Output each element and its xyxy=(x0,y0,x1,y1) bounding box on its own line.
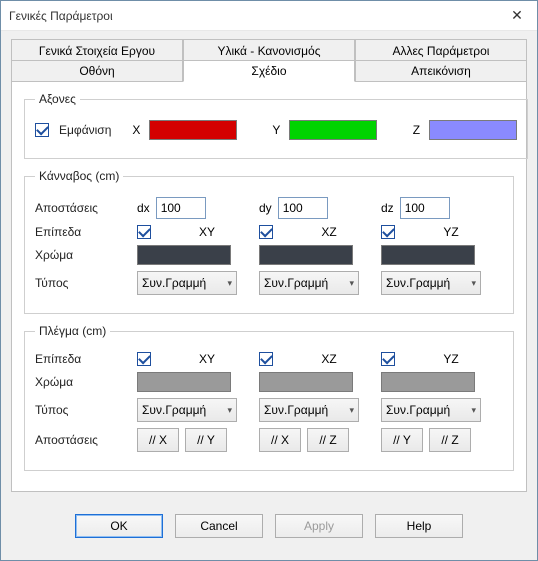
grid-color-label: Χρώμα xyxy=(35,248,131,262)
tab-rendering[interactable]: Απεικόνιση xyxy=(355,60,527,82)
grid-dy-label: dy xyxy=(259,201,272,215)
group-axes-legend: Αξονες xyxy=(35,92,80,106)
chevron-down-icon: ▾ xyxy=(471,405,476,416)
mesh-color-yz[interactable] xyxy=(381,372,475,392)
mesh-plane-xz-checkbox[interactable] xyxy=(259,352,273,366)
window-title: Γενικές Παράμετροι xyxy=(9,9,113,23)
group-grid: Κάνναβος (cm) Αποστάσεις dx dy dz xyxy=(24,169,514,314)
mesh-type-xy-select[interactable]: Συν.Γραμμή▾ xyxy=(137,398,237,422)
grid-plane-yz-checkbox[interactable] xyxy=(381,225,395,239)
group-axes: Αξονες Εμφάνιση X Y Z xyxy=(24,92,528,159)
mesh-planes-label: Επίπεδα xyxy=(35,352,131,366)
mesh-dist-btn-0-0[interactable]: // X xyxy=(137,428,179,452)
mesh-dist-btn-0-1[interactable]: // Y xyxy=(185,428,227,452)
mesh-plane-xy-label: XY xyxy=(161,352,253,366)
content-area: Γενικά Στοιχεία Εργου Υλικά - Κανονισμός… xyxy=(1,31,537,560)
mesh-dist-btn-2-0[interactable]: // Y xyxy=(381,428,423,452)
mesh-plane-xz-label: XZ xyxy=(283,352,375,366)
grid-dx-input[interactable] xyxy=(156,197,206,219)
mesh-type-label: Τύπος xyxy=(35,403,131,417)
axis-z-color[interactable] xyxy=(429,120,517,140)
tab-other-params[interactable]: Αλλες Παράμετροι xyxy=(355,39,527,61)
grid-type-xy-select[interactable]: Συν.Γραμμή▾ xyxy=(137,271,237,295)
mesh-dist-btn-1-0[interactable]: // X xyxy=(259,428,301,452)
axis-z-label: Z xyxy=(409,123,423,137)
grid-plane-xy-label: XY xyxy=(161,225,253,239)
chevron-down-icon: ▾ xyxy=(471,278,476,289)
grid-plane-xz-checkbox[interactable] xyxy=(259,225,273,239)
dialog-footer: OK Cancel Apply Help xyxy=(11,502,527,552)
tab-strip: Γενικά Στοιχεία Εργου Υλικά - Κανονισμός… xyxy=(11,39,527,82)
mesh-type-yz-select[interactable]: Συν.Γραμμή▾ xyxy=(381,398,481,422)
tab-drawing[interactable]: Σχέδιο xyxy=(183,60,355,82)
grid-type-xz-select[interactable]: Συν.Γραμμή▾ xyxy=(259,271,359,295)
mesh-plane-yz-label: YZ xyxy=(405,352,497,366)
group-mesh-legend: Πλέγμα (cm) xyxy=(35,324,110,338)
dialog-window: Γενικές Παράμετροι ✕ Γενικά Στοιχεία Εργ… xyxy=(0,0,538,561)
grid-plane-xy-checkbox[interactable] xyxy=(137,225,151,239)
grid-plane-xz-label: XZ xyxy=(283,225,375,239)
grid-color-xy[interactable] xyxy=(137,245,231,265)
mesh-plane-xy-checkbox[interactable] xyxy=(137,352,151,366)
mesh-plane-yz-checkbox[interactable] xyxy=(381,352,395,366)
mesh-color-xy[interactable] xyxy=(137,372,231,392)
mesh-type-xz-select[interactable]: Συν.Γραμμή▾ xyxy=(259,398,359,422)
tab-screen[interactable]: Οθόνη xyxy=(11,60,183,82)
axis-y-color[interactable] xyxy=(289,120,377,140)
grid-distances-label: Αποστάσεις xyxy=(35,201,131,215)
apply-button[interactable]: Apply xyxy=(275,514,363,538)
axes-show-label: Εμφάνιση xyxy=(59,123,111,137)
tab-general-project[interactable]: Γενικά Στοιχεία Εργου xyxy=(11,39,183,61)
grid-color-yz[interactable] xyxy=(381,245,475,265)
grid-dy-input[interactable] xyxy=(278,197,328,219)
group-mesh: Πλέγμα (cm) Επίπεδα XY XZ YZ Χρώμα Τύπος… xyxy=(24,324,514,471)
grid-dx-label: dx xyxy=(137,201,150,215)
grid-type-label: Τύπος xyxy=(35,276,131,290)
panel-drawing: Αξονες Εμφάνιση X Y Z Κάνναβος (cm) xyxy=(11,82,527,492)
help-button[interactable]: Help xyxy=(375,514,463,538)
group-grid-legend: Κάνναβος (cm) xyxy=(35,169,123,183)
chevron-down-icon: ▾ xyxy=(349,405,354,416)
grid-color-xz[interactable] xyxy=(259,245,353,265)
axes-show-checkbox[interactable] xyxy=(35,123,49,137)
chevron-down-icon: ▾ xyxy=(227,278,232,289)
grid-dz-input[interactable] xyxy=(400,197,450,219)
axis-y-label: Y xyxy=(269,123,283,137)
axis-x-color[interactable] xyxy=(149,120,237,140)
mesh-color-xz[interactable] xyxy=(259,372,353,392)
mesh-dist-btn-1-1[interactable]: // Z xyxy=(307,428,349,452)
close-button[interactable]: ✕ xyxy=(497,1,537,31)
mesh-dist-btn-2-1[interactable]: // Z xyxy=(429,428,471,452)
grid-planes-label: Επίπεδα xyxy=(35,225,131,239)
cancel-button[interactable]: Cancel xyxy=(175,514,263,538)
grid-type-yz-select[interactable]: Συν.Γραμμή▾ xyxy=(381,271,481,295)
titlebar: Γενικές Παράμετροι ✕ xyxy=(1,1,537,31)
ok-button[interactable]: OK xyxy=(75,514,163,538)
mesh-distances-label: Αποστάσεις xyxy=(35,433,131,447)
chevron-down-icon: ▾ xyxy=(349,278,354,289)
grid-dz-label: dz xyxy=(381,201,394,215)
mesh-color-label: Χρώμα xyxy=(35,375,131,389)
axis-x-label: X xyxy=(129,123,143,137)
tab-materials-code[interactable]: Υλικά - Κανονισμός xyxy=(183,39,355,61)
grid-plane-yz-label: YZ xyxy=(405,225,497,239)
chevron-down-icon: ▾ xyxy=(227,405,232,416)
